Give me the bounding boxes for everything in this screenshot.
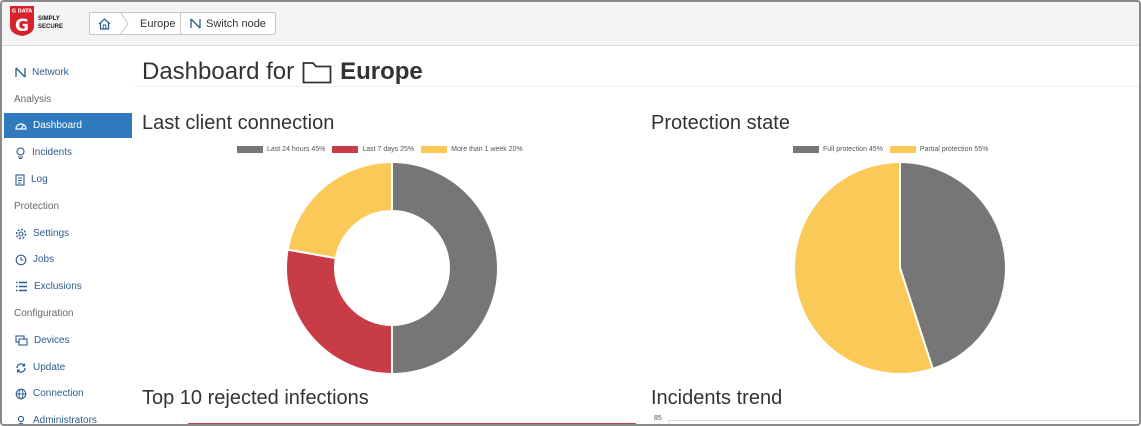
sidebar-heading-configuration: Configuration	[14, 308, 74, 319]
breadcrumb-home[interactable]	[89, 12, 119, 35]
breadcrumb: Europe	[89, 12, 188, 35]
sidebar-item-label: Exclusions	[34, 281, 82, 292]
legend-swatch	[421, 146, 448, 153]
svg-text:G: G	[15, 16, 29, 36]
devices-icon	[15, 335, 28, 346]
legend-label: Full protection 45%	[823, 146, 883, 153]
legend-item[interactable]: Last 7 days 25%	[332, 146, 414, 153]
legend-label: Partial protection 55%	[919, 146, 989, 153]
protection-state-legend[interactable]: Full protection 45% Partial protection 55…	[793, 146, 988, 153]
pie-slice-0-1[interactable]	[285, 248, 393, 376]
sidebar-item-dashboard[interactable]: Dashboard	[4, 113, 132, 138]
sidebar-heading-analysis: Analysis	[14, 94, 52, 105]
sidebar-item-label: Network	[32, 67, 69, 78]
sidebar-item-log[interactable]: Log	[4, 167, 132, 192]
sidebar-item-label: Dashboard	[33, 120, 82, 131]
protection-state-chart[interactable]	[784, 160, 1016, 376]
sidebar-item-exclusions[interactable]: Exclusions	[4, 274, 132, 299]
logo-tagline-line-1: SIMPLY	[38, 16, 60, 22]
app-window: G DATA G SIMPLY SECURE Europe Switch nod…	[0, 0, 1141, 426]
incidents-trend-title: Incidents trend	[651, 387, 783, 409]
sidebar-item-settings[interactable]: Settings	[4, 221, 132, 246]
incidents-icon	[16, 146, 25, 159]
legend-item[interactable]: More than 1 week 20%	[421, 146, 523, 153]
sidebar-item-label: Update	[33, 362, 66, 373]
page-title-node: Europe	[340, 58, 423, 85]
home-icon	[98, 17, 111, 30]
folder-icon	[302, 62, 332, 84]
switch-node-label: Switch node	[206, 17, 266, 30]
network-icon	[15, 67, 26, 78]
pie-slice-0-2[interactable]	[286, 160, 393, 260]
sidebar-heading-protection: Protection	[14, 201, 60, 212]
jobs-icon	[15, 254, 27, 265]
chevron-right-icon	[119, 12, 129, 35]
legend-item[interactable]: Last 24 hours 45%	[237, 146, 325, 153]
last-client-connection-chart[interactable]	[276, 160, 508, 376]
sidebar-item-administrators[interactable]: Administrators	[4, 408, 132, 426]
sidebar-item-label: Settings	[33, 228, 70, 239]
logo-tagline-line-2: SECURE	[38, 24, 64, 30]
sidebar-item-network[interactable]: Network	[4, 60, 132, 85]
sidebar-item-label: Devices	[34, 335, 70, 346]
update-icon	[16, 362, 26, 373]
main-content: Dashboard for Europe Last client connect…	[134, 46, 1139, 424]
logo-brand-text: G DATA	[12, 9, 32, 15]
legend-swatch	[332, 146, 359, 153]
legend-swatch	[793, 146, 819, 153]
dashboard-icon	[15, 123, 27, 130]
sidebar-item-incidents[interactable]: Incidents	[4, 140, 132, 165]
gear-icon	[15, 228, 27, 239]
top10-rejected-title: Top 10 rejected infections	[142, 387, 369, 409]
sidebar: Network Analysis Dashboard Incidents Log…	[2, 46, 134, 426]
top-bar: G DATA G SIMPLY SECURE Europe Switch nod…	[2, 2, 1139, 46]
user-icon	[17, 415, 25, 424]
log-icon	[15, 173, 25, 186]
gdata-logo-icon: G DATA G	[10, 6, 34, 36]
globe-icon	[15, 388, 27, 399]
sidebar-item-update[interactable]: Update	[4, 355, 132, 380]
sidebar-item-label: Jobs	[33, 254, 55, 265]
switch-node-button[interactable]: Switch node	[180, 12, 276, 35]
last-client-connection-legend[interactable]: Last 24 hours 45% Last 7 days 25% More tha…	[237, 146, 523, 153]
incidents-trend-plot	[668, 420, 1138, 424]
sidebar-item-jobs[interactable]: Jobs	[4, 247, 132, 272]
page-title: Dashboard for Europe	[142, 58, 423, 86]
breadcrumb-current[interactable]: Europe	[129, 12, 188, 35]
gdata-logo[interactable]: G DATA G SIMPLY SECURE	[10, 6, 68, 40]
legend-item[interactable]: Full protection 45%	[793, 146, 883, 153]
legend-swatch	[237, 146, 263, 153]
legend-label: More than 1 week 20%	[451, 146, 523, 153]
last-client-connection-title: Last client connection	[142, 112, 335, 134]
logo-tagline: SIMPLY SECURE	[38, 15, 63, 31]
sidebar-item-label: Incidents	[32, 147, 73, 158]
sidebar-item-devices[interactable]: Devices	[4, 328, 132, 353]
legend-label: Last 24 hours 45%	[267, 146, 326, 153]
sidebar-item-connection[interactable]: Connection	[4, 381, 132, 406]
sidebar-item-label: Administrators	[33, 415, 97, 426]
network-node-icon	[190, 18, 201, 29]
legend-item[interactable]: Partial protection 55%	[889, 146, 989, 153]
pie-slice-0-0[interactable]	[391, 160, 499, 376]
breadcrumb-separator	[119, 12, 129, 35]
sidebar-item-label: Connection	[33, 388, 84, 399]
sidebar-item-label: Log	[31, 174, 48, 185]
legend-label: Last 7 days 25%	[362, 146, 415, 153]
list-icon	[16, 281, 27, 292]
title-divider	[134, 86, 1139, 87]
protection-state-title: Protection state	[651, 112, 790, 134]
legend-swatch	[889, 146, 916, 153]
page-title-prefix: Dashboard for	[142, 58, 295, 85]
incidents-trend-y-tick: 85	[654, 415, 662, 422]
